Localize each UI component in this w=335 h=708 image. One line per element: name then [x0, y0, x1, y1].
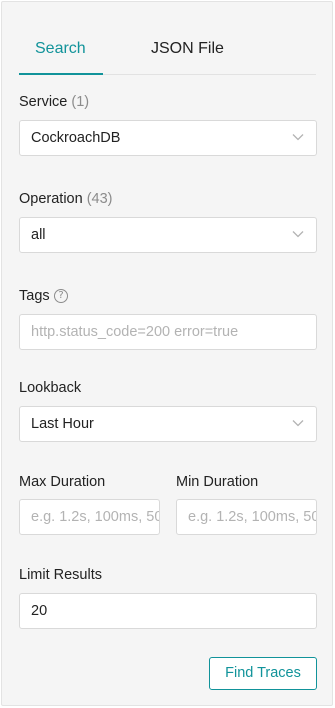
max-duration-input[interactable]: e.g. 1.2s, 100ms, 500us: [19, 499, 160, 535]
question-circle-icon[interactable]: ?: [54, 289, 68, 303]
operation-count: (43): [86, 191, 113, 207]
tags-input-placeholder: http.status_code=200 error=true: [31, 324, 239, 340]
tags-label: Tags ?: [19, 287, 99, 305]
service-select[interactable]: CockroachDB: [19, 120, 317, 156]
service-select-value: CockroachDB: [31, 130, 121, 146]
service-label: Service (1): [19, 93, 89, 111]
lookback-select-value: Last Hour: [31, 416, 94, 432]
max-duration-label: Max Duration: [19, 473, 105, 491]
tab-bar: Search JSON File: [19, 2, 316, 75]
operation-select[interactable]: all: [19, 217, 317, 253]
find-traces-button[interactable]: Find Traces: [209, 657, 317, 690]
min-duration-input[interactable]: e.g. 1.2s, 100ms, 500us: [176, 499, 317, 535]
min-duration-placeholder: e.g. 1.2s, 100ms, 500us: [188, 509, 316, 525]
operation-select-value: all: [31, 227, 46, 243]
tags-label-text: Tags: [19, 288, 50, 304]
limit-results-label-text: Limit Results: [19, 567, 102, 583]
chevron-down-icon: [292, 134, 304, 141]
lookback-label: Lookback: [19, 379, 81, 397]
lookback-label-text: Lookback: [19, 380, 82, 396]
min-duration-label-text: Min Duration: [176, 474, 259, 490]
operation-label-text: Operation: [19, 191, 83, 207]
limit-results-input[interactable]: 20: [19, 593, 317, 629]
tab-search[interactable]: Search: [35, 40, 86, 58]
tags-input[interactable]: http.status_code=200 error=true: [19, 314, 317, 350]
chevron-down-icon: [292, 231, 304, 238]
tab-json-file[interactable]: JSON File: [151, 40, 224, 58]
search-panel: Search JSON File Service (1) CockroachDB…: [1, 1, 333, 706]
operation-label: Operation (43): [19, 190, 113, 208]
limit-results-label: Limit Results: [19, 566, 102, 584]
limit-results-value: 20: [31, 603, 48, 619]
max-duration-label-text: Max Duration: [19, 474, 106, 490]
service-label-text: Service: [19, 94, 68, 110]
chevron-down-icon: [292, 420, 304, 427]
service-count: (1): [71, 94, 90, 110]
max-duration-placeholder: e.g. 1.2s, 100ms, 500us: [31, 509, 159, 525]
active-tab-indicator: [19, 73, 103, 75]
min-duration-label: Min Duration: [176, 473, 258, 491]
lookback-select[interactable]: Last Hour: [19, 406, 317, 442]
